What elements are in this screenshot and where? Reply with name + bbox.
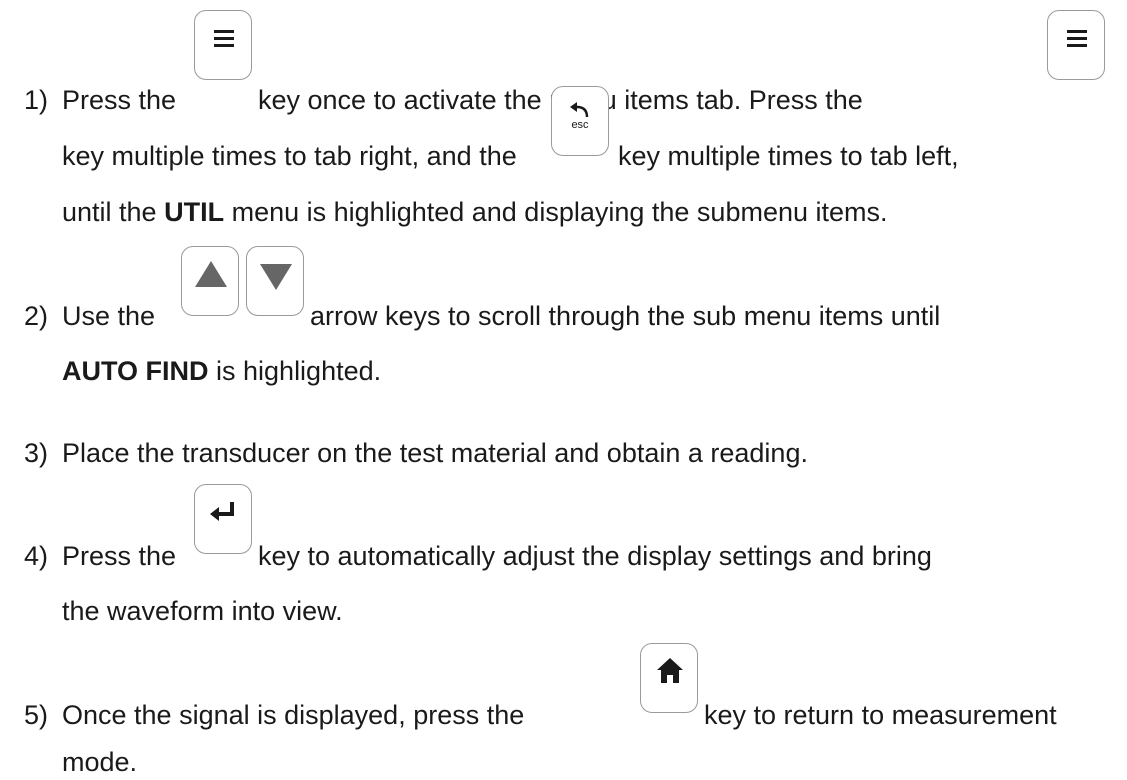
up-arrow-key bbox=[181, 246, 239, 316]
up-arrow-icon bbox=[195, 261, 227, 287]
step-text: key to return to measurement bbox=[704, 700, 1057, 730]
enter-key bbox=[194, 484, 252, 554]
step-text: mode. bbox=[62, 747, 138, 777]
down-arrow-key bbox=[246, 246, 304, 316]
menu-key bbox=[194, 10, 252, 80]
step-text: AUTO FIND is highlighted. bbox=[62, 356, 382, 386]
down-arrow-icon bbox=[260, 264, 292, 290]
step-text: Press the bbox=[62, 541, 177, 571]
step-text: until the UTIL menu is highlighted and d… bbox=[62, 197, 888, 227]
step-text: key multiple times to tab left, bbox=[618, 141, 959, 171]
menu-item-name: AUTO FIND bbox=[62, 356, 209, 386]
step-text: Place the transducer on the test materia… bbox=[62, 438, 808, 468]
step-number: 3) bbox=[24, 438, 49, 468]
menu-key bbox=[1047, 10, 1105, 80]
menu-icon bbox=[1067, 30, 1087, 47]
step-number: 2) bbox=[24, 301, 49, 331]
step-text: key multiple times to tab right, and the bbox=[62, 141, 517, 171]
step-text: Press the bbox=[62, 85, 177, 115]
menu-name: UTIL bbox=[164, 197, 225, 227]
step-text: key to automatically adjust the display … bbox=[258, 541, 932, 571]
step-text: the waveform into view. bbox=[62, 596, 343, 626]
home-key bbox=[640, 643, 698, 713]
esc-label: esc bbox=[571, 119, 589, 131]
step-number: 1) bbox=[24, 85, 49, 115]
step-number: 4) bbox=[24, 541, 49, 571]
step-number: 5) bbox=[24, 700, 49, 730]
step-text: Once the signal is displayed, press the bbox=[62, 700, 525, 730]
escape-key: esc bbox=[551, 86, 609, 156]
home-icon bbox=[657, 658, 683, 683]
menu-icon bbox=[214, 30, 234, 47]
step-text: arrow keys to scroll through the sub men… bbox=[310, 301, 941, 331]
step-text: Use the bbox=[62, 301, 156, 331]
enter-icon bbox=[210, 502, 234, 521]
